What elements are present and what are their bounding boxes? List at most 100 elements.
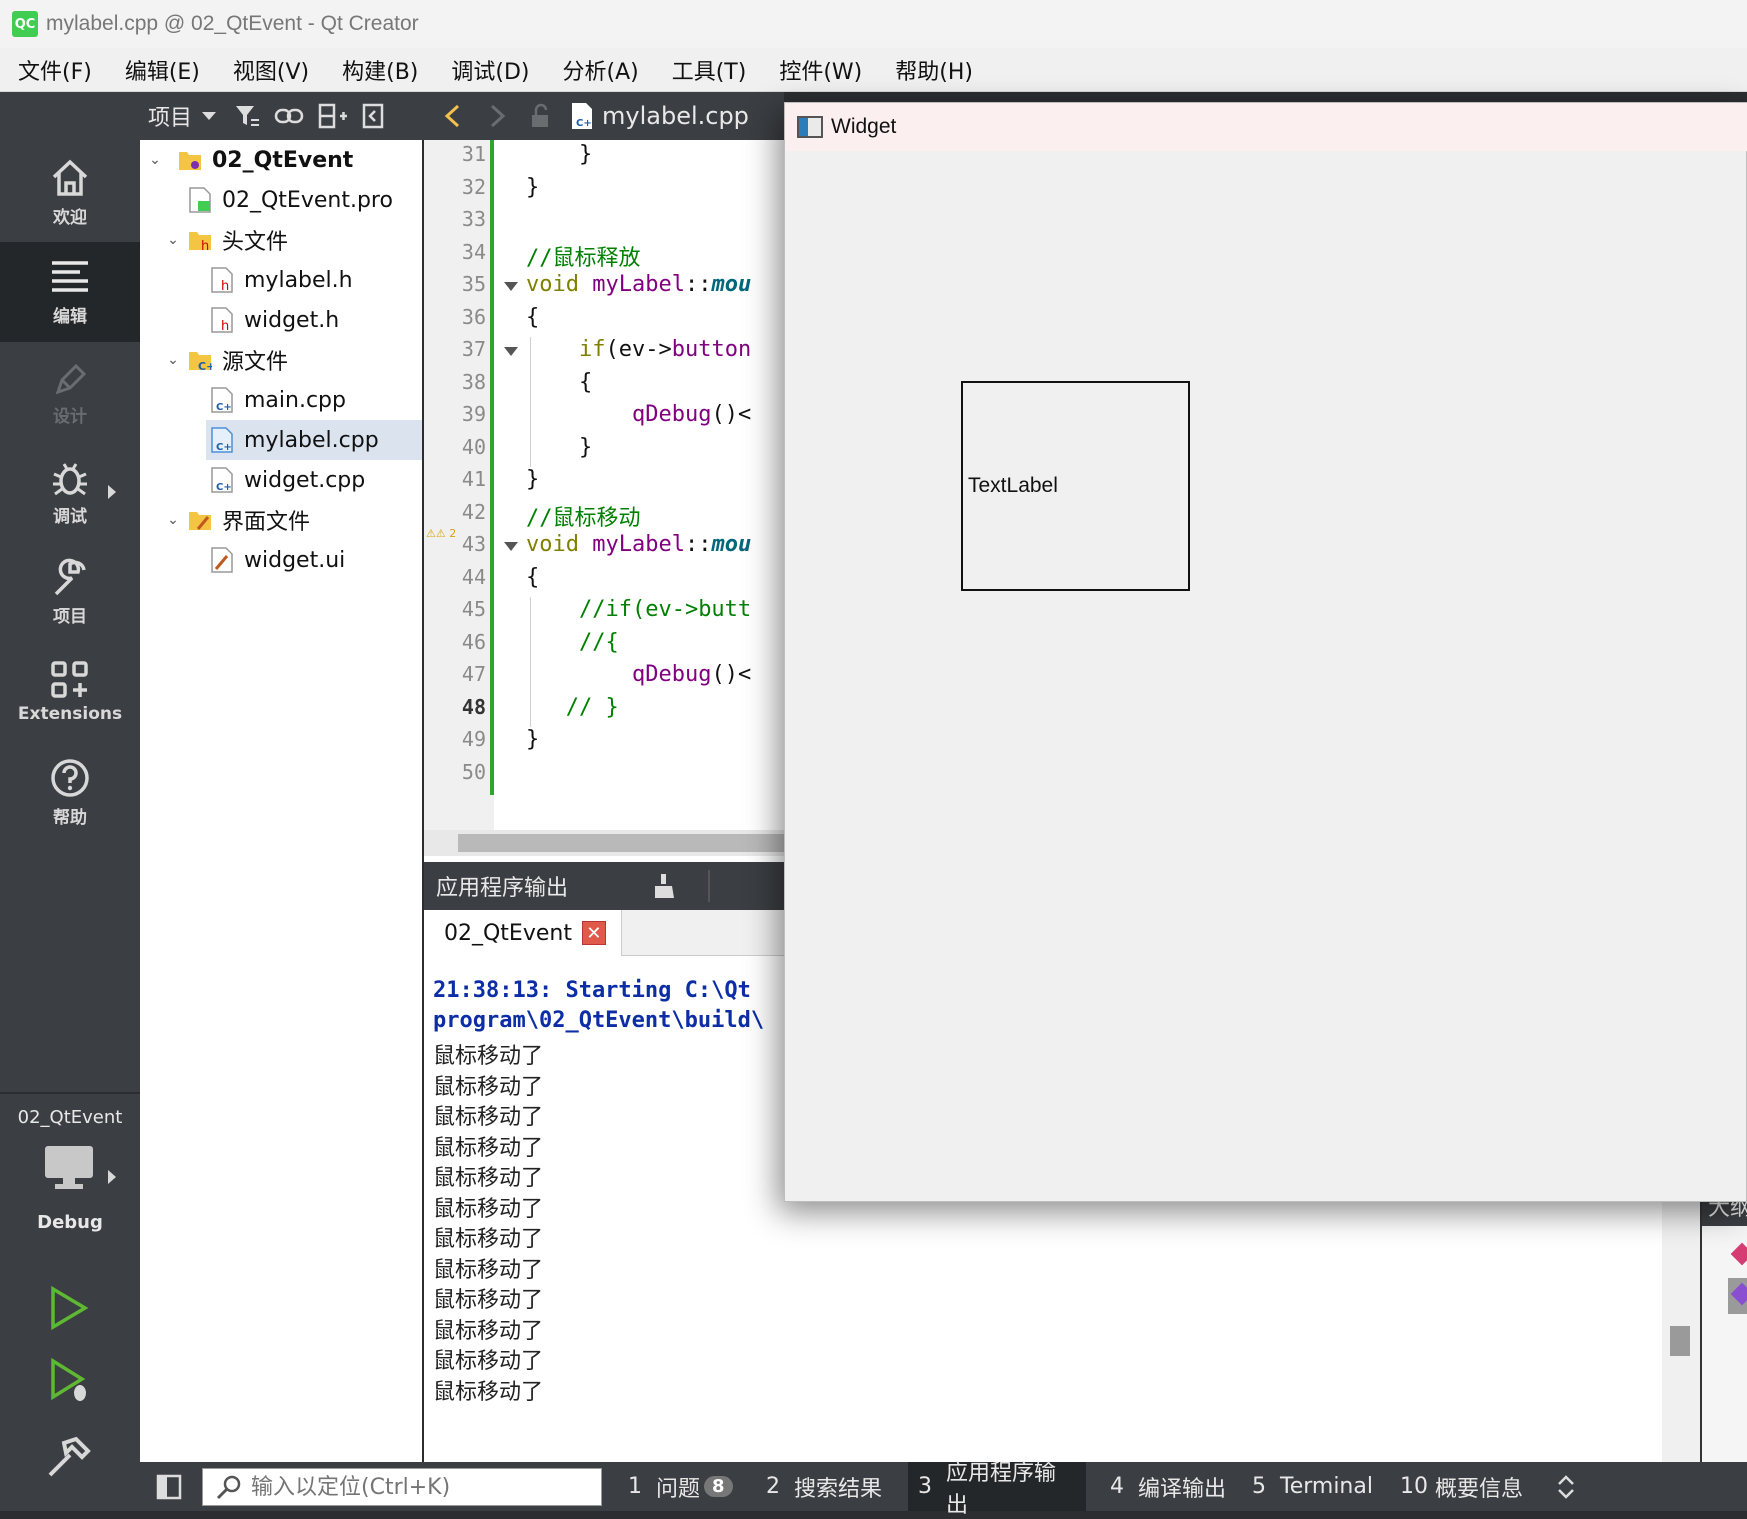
code-line[interactable]: void myLabel::mou	[526, 272, 751, 297]
clear-output-icon[interactable]	[652, 872, 680, 900]
widget-window[interactable]: Widget TextLabel	[784, 102, 1747, 1202]
filter-icon[interactable]	[234, 103, 260, 129]
mode-edit[interactable]: 编辑	[0, 242, 140, 342]
menu-tools[interactable]: 工具(T)	[672, 54, 747, 86]
code-line[interactable]: {	[526, 565, 539, 590]
chevron-down-icon[interactable]: ⌄	[164, 351, 182, 369]
build-hammer-icon[interactable]	[46, 1435, 92, 1481]
status-tab-search-results[interactable]: 2 搜索结果	[756, 1462, 892, 1511]
lock-icon[interactable]	[528, 103, 554, 129]
menu-controls[interactable]: 控件(W)	[779, 54, 862, 86]
mode-projects[interactable]: 项目	[0, 542, 140, 642]
locator-input[interactable]	[251, 1474, 591, 1500]
status-tab-application-output[interactable]: 3 应用程序输出	[908, 1461, 1086, 1518]
output-tab[interactable]: 02_QtEvent ✕	[424, 910, 622, 956]
code-line[interactable]: {	[526, 305, 539, 330]
code-line[interactable]: }	[526, 175, 539, 200]
wrench-icon	[54, 558, 86, 595]
line-number: 43	[461, 532, 486, 556]
monitor-icon[interactable]	[43, 1144, 95, 1192]
svg-text:C+: C+	[216, 402, 232, 413]
code-line[interactable]: }	[526, 467, 539, 492]
tree-item-sources[interactable]: ⌄ C+ 源文件	[140, 340, 422, 380]
tree-item-label: 源文件	[222, 350, 289, 375]
kit-project-name[interactable]: 02_QtEvent	[0, 1107, 140, 1128]
code-line[interactable]: qDebug()<	[526, 402, 751, 427]
code-line[interactable]: //if(ev->butt	[526, 597, 751, 622]
code-line[interactable]: //鼠标释放	[526, 240, 641, 272]
up-down-arrows-icon[interactable]	[1556, 1474, 1576, 1500]
tree-item-main-cpp[interactable]: C+ main.cpp	[140, 380, 422, 420]
status-tab-summary[interactable]: 10 概要信息	[1390, 1462, 1533, 1511]
menu-debug[interactable]: 调试(D)	[451, 54, 529, 86]
debug-submenu-arrow-icon[interactable]	[108, 485, 116, 499]
code-line[interactable]: {	[526, 370, 592, 395]
code-line[interactable]: }	[526, 142, 592, 167]
mode-debug[interactable]: 调试	[0, 442, 140, 542]
code-line[interactable]: //鼠标移动	[526, 500, 641, 532]
tree-item-pro-file[interactable]: 02_QtEvent.pro	[140, 180, 422, 220]
chevron-down-icon[interactable]: ⌄	[146, 151, 164, 169]
fold-arrow-icon[interactable]	[504, 542, 518, 551]
mode-extensions[interactable]: Extensions	[0, 642, 140, 742]
mode-welcome[interactable]: 欢迎	[0, 142, 140, 242]
run-icon[interactable]	[48, 1285, 90, 1331]
status-tab-terminal[interactable]: 5 Terminal	[1242, 1462, 1383, 1511]
mode-design[interactable]: 设计	[0, 342, 140, 442]
back-arrow-icon[interactable]	[440, 103, 466, 129]
fold-arrow-icon[interactable]	[504, 282, 518, 291]
locator-search-box[interactable]	[202, 1468, 602, 1506]
code-line[interactable]: }	[526, 727, 539, 752]
menu-help[interactable]: 帮助(H)	[895, 54, 973, 86]
project-view-selector[interactable]: 项目	[148, 100, 192, 132]
tree-item-widget-cpp[interactable]: C+ widget.cpp	[140, 460, 422, 500]
link-icon[interactable]	[274, 105, 304, 127]
debug-run-icon[interactable]	[48, 1357, 94, 1405]
tree-item-forms[interactable]: ⌄ 界面文件	[140, 500, 422, 540]
code-line[interactable]: }	[526, 435, 592, 460]
mode-help[interactable]: 帮助	[0, 742, 140, 842]
close-icon[interactable]: ✕	[581, 921, 606, 945]
widget-title-bar[interactable]: Widget	[785, 103, 1747, 151]
kit-selector-arrow-icon[interactable]	[108, 1170, 116, 1184]
toggle-sidebar-icon[interactable]	[156, 1474, 182, 1500]
menu-view[interactable]: 视图(V)	[233, 54, 309, 86]
fold-arrow-icon[interactable]	[504, 347, 518, 356]
indent-guide	[530, 694, 531, 727]
split-add-icon[interactable]	[318, 103, 348, 129]
kit-build-config[interactable]: Debug	[0, 1212, 140, 1233]
close-sidebar-icon[interactable]	[362, 103, 384, 129]
code-line[interactable]: if(ev->button	[526, 337, 751, 362]
vertical-scrollbar-thumb[interactable]	[1670, 1326, 1690, 1356]
chevron-down-icon[interactable]	[202, 112, 217, 120]
tree-item-widget-h[interactable]: h widget.h	[140, 300, 422, 340]
tree-item-mylabel-cpp[interactable]: C+ mylabel.cpp	[206, 420, 422, 460]
status-tab-issues[interactable]: 1 问题 8	[618, 1462, 743, 1511]
text-label-widget[interactable]: TextLabel	[961, 381, 1190, 591]
code-line[interactable]: // }	[526, 695, 619, 720]
tree-item-widget-ui[interactable]: widget.ui	[140, 540, 422, 580]
svg-text:C+: C+	[216, 482, 232, 493]
status-tab-compile-output[interactable]: 4 编译输出	[1100, 1462, 1236, 1511]
chevron-down-icon[interactable]: ⌄	[164, 511, 182, 529]
forward-arrow-icon[interactable]	[484, 103, 510, 129]
menu-file[interactable]: 文件(F)	[18, 54, 92, 86]
menu-edit[interactable]: 编辑(E)	[125, 54, 200, 86]
code-editor[interactable]: C+ mylabel.cpp }}//鼠标释放 void myLabel::mou…	[424, 92, 784, 862]
line-number: 42	[461, 499, 486, 524]
tree-item-project[interactable]: ⌄ 02_QtEvent	[140, 140, 422, 180]
chevron-down-icon[interactable]: ⌄	[164, 231, 182, 249]
menu-build[interactable]: 构建(B)	[342, 54, 418, 86]
menu-analyze[interactable]: 分析(A)	[563, 54, 639, 86]
diamond-icon	[1730, 1242, 1747, 1266]
editor-file-name[interactable]: mylabel.cpp	[602, 102, 749, 130]
code-line[interactable]: void myLabel::mou	[526, 532, 751, 557]
output-message: 鼠标移动了	[433, 1196, 544, 1222]
tree-item-mylabel-h[interactable]: h mylabel.h	[140, 260, 422, 300]
code-line[interactable]: qDebug()<	[526, 662, 751, 687]
issues-count-badge: 8	[704, 1476, 733, 1497]
horizontal-scrollbar[interactable]	[458, 834, 784, 852]
output-message: 鼠标移动了	[433, 1105, 544, 1130]
code-line[interactable]: //{	[526, 630, 619, 655]
tree-item-headers[interactable]: ⌄ h 头文件	[140, 220, 422, 260]
